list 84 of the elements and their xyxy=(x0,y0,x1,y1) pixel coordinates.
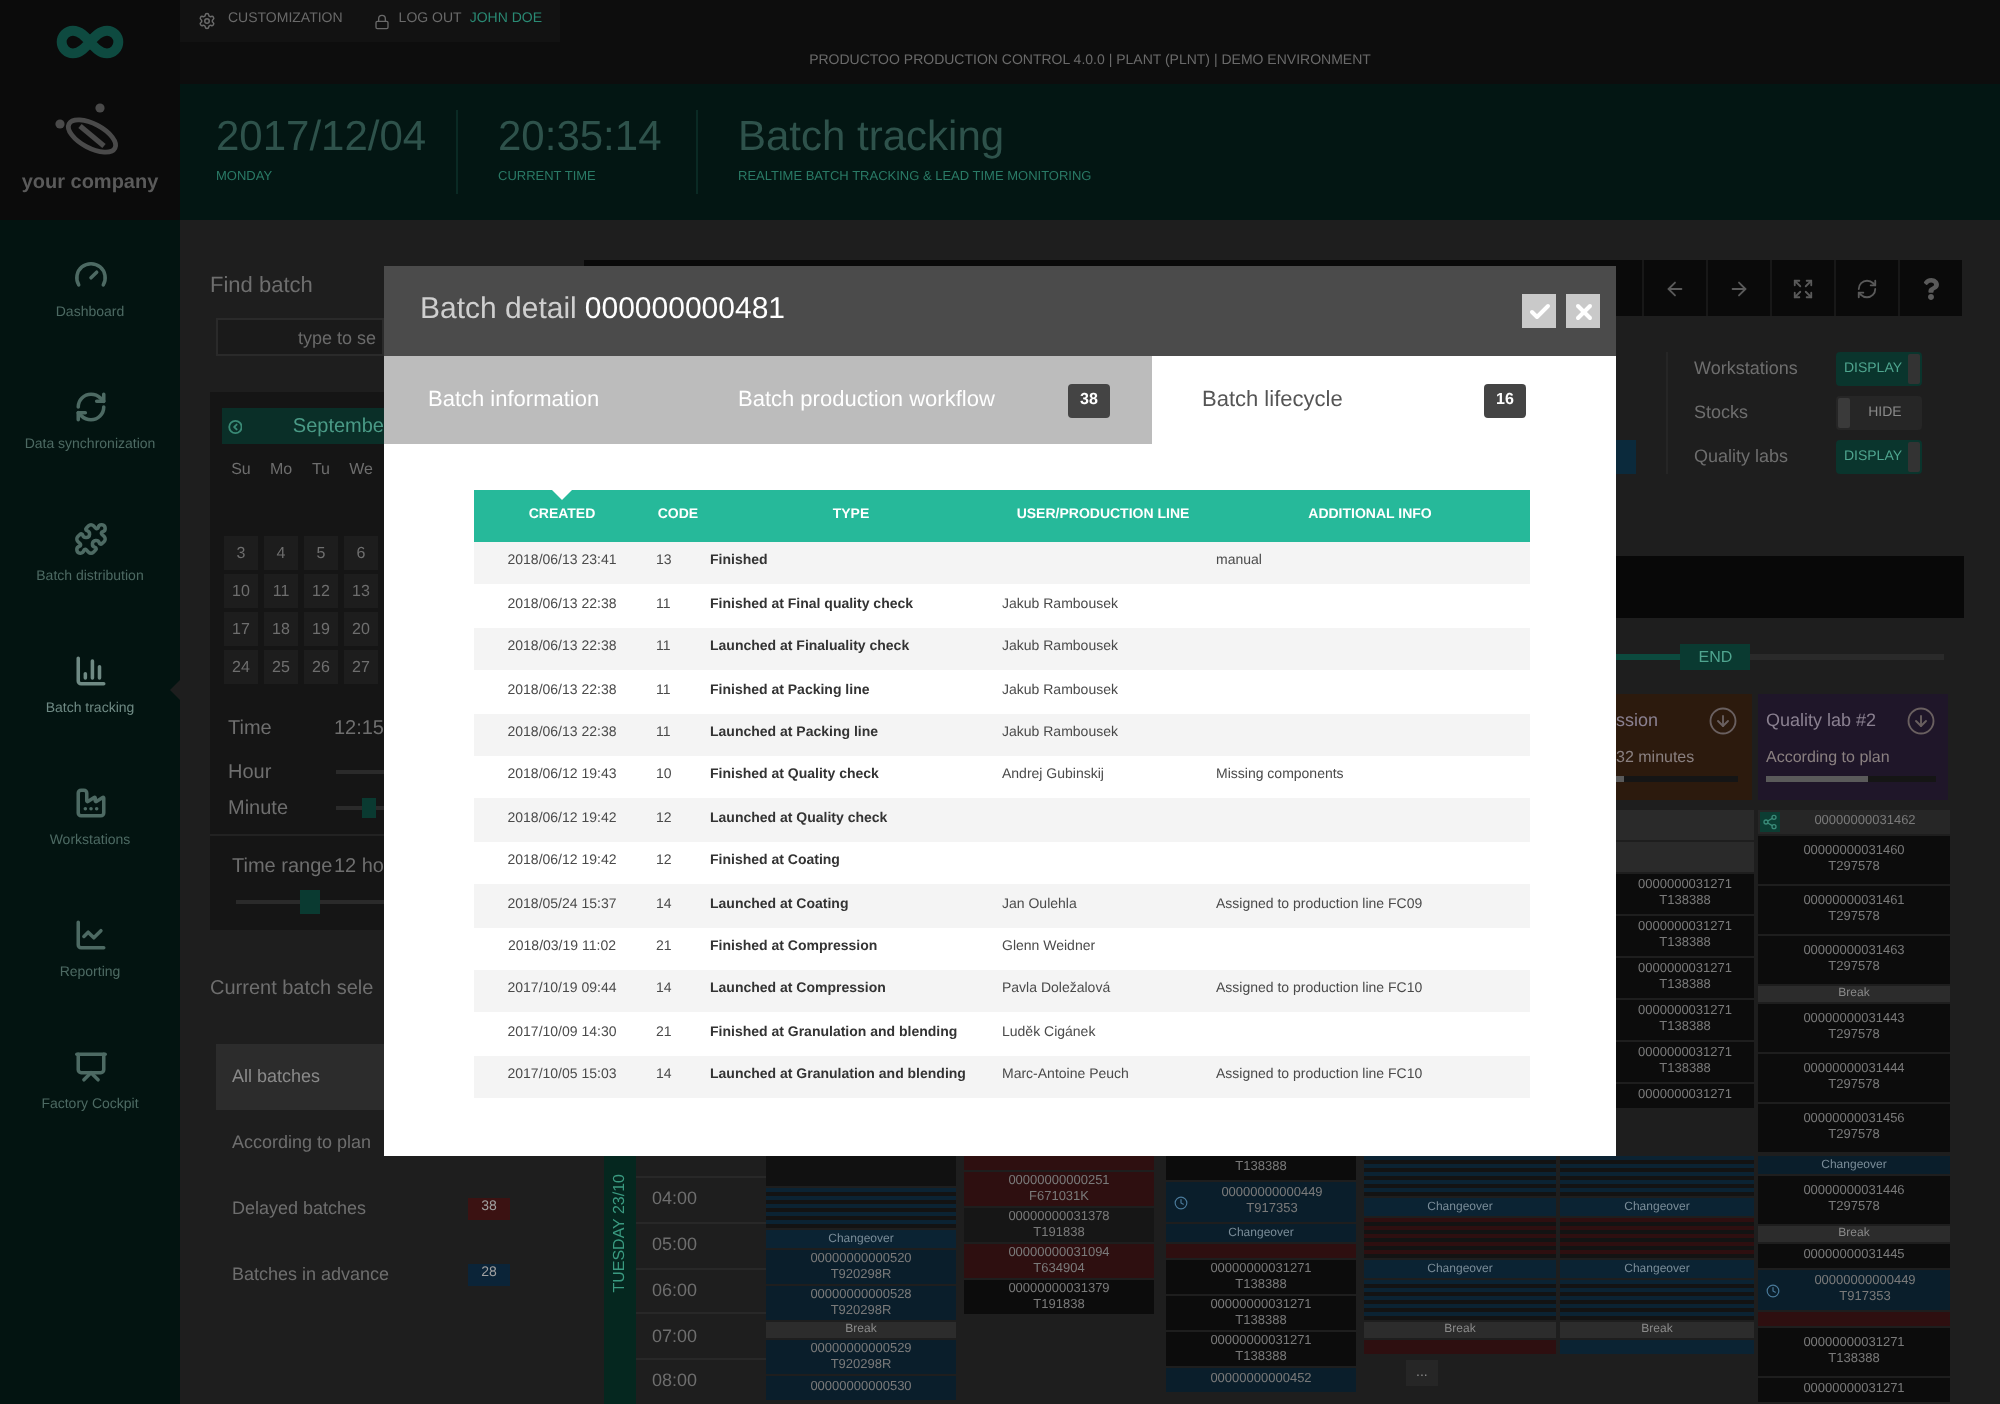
gear-icon xyxy=(198,12,216,30)
download-icon[interactable] xyxy=(1708,706,1738,736)
weekday-label: Su xyxy=(229,460,253,480)
day-cell[interactable]: 26 xyxy=(304,650,338,684)
time-range-value: 12 ho xyxy=(333,853,384,881)
hour-label: 06:00 xyxy=(652,1277,698,1304)
clock-icon xyxy=(1766,1283,1780,1297)
timeline-slider[interactable]: END xyxy=(1616,644,1944,670)
slider-handle[interactable]: END xyxy=(1680,644,1751,670)
previous-month-icon[interactable] xyxy=(228,417,243,435)
layer-label: Quality labs xyxy=(1694,443,1789,470)
slider-handle[interactable] xyxy=(300,890,320,914)
puzzle-icon xyxy=(73,522,107,556)
search-field[interactable]: type to se xyxy=(216,318,384,356)
slider-label: Minute xyxy=(228,795,291,823)
time-slider[interactable] xyxy=(336,798,384,818)
time-value: 12:15 xyxy=(333,715,384,743)
day-cell[interactable]: 6 xyxy=(344,536,378,570)
dialog-title: Batch detail xyxy=(420,290,577,331)
layer-label: Stocks xyxy=(1694,399,1749,426)
hour-label: 05:00 xyxy=(652,1231,698,1258)
workstation-name: ssion xyxy=(1616,707,1659,734)
batch-selection-title: Current batch sele xyxy=(210,976,374,1002)
day-cell[interactable]: 20 xyxy=(344,612,378,646)
workstation-name: Quality lab #2 xyxy=(1766,707,1877,734)
time-label: Time xyxy=(228,715,274,743)
day-cell[interactable]: 10 xyxy=(224,574,258,608)
workstation-status: According to plan xyxy=(1766,746,1892,770)
expand-icon[interactable] xyxy=(1792,277,1814,299)
hour-label: 04:00 xyxy=(652,1186,698,1213)
workstation-status: 32 minutes xyxy=(1616,746,1697,770)
back-arrow-icon[interactable] xyxy=(1664,277,1686,299)
forward-arrow-icon[interactable] xyxy=(1728,277,1750,299)
help-icon[interactable] xyxy=(1920,277,1942,299)
close-button[interactable] xyxy=(1566,294,1600,328)
find-batch-title: Find batch xyxy=(210,274,313,300)
current-date: 2017/12/04 xyxy=(216,116,429,161)
clock-icon xyxy=(1174,1195,1188,1209)
gauge-icon xyxy=(73,258,107,292)
day-cell[interactable]: 4 xyxy=(264,536,298,570)
day-cell[interactable]: 12 xyxy=(304,574,338,608)
workstation-card[interactable]: Quality lab #2 According to plan xyxy=(1758,694,1948,800)
slider-handle[interactable] xyxy=(361,798,376,818)
sync-icon xyxy=(73,390,107,424)
check-icon xyxy=(1527,299,1551,323)
company-name: your company xyxy=(21,170,159,198)
page-title: Batch tracking xyxy=(738,116,1007,161)
hour-label: 08:00 xyxy=(652,1368,698,1395)
lock-icon xyxy=(374,13,391,29)
day-cell[interactable]: 24 xyxy=(224,650,258,684)
day-cell[interactable]: 18 xyxy=(264,612,298,646)
day-cell[interactable]: 3 xyxy=(224,536,258,570)
month-label: Septembe xyxy=(292,413,384,441)
day-cell[interactable]: 5 xyxy=(304,536,338,570)
count-badge: 38 xyxy=(1068,383,1110,417)
day-cell[interactable]: 13 xyxy=(344,574,378,608)
share-icon xyxy=(1760,812,1780,832)
workstation-card[interactable]: ssion 32 minutes xyxy=(1616,694,1752,800)
layer-label: Workstations xyxy=(1694,355,1798,382)
close-icon xyxy=(1571,299,1595,323)
confirm-button[interactable] xyxy=(1522,294,1556,328)
weekday-label: We xyxy=(347,460,375,480)
weekday-label: Tu xyxy=(309,460,333,480)
download-icon[interactable] xyxy=(1906,706,1936,736)
day-cell[interactable]: 27 xyxy=(344,650,378,684)
line-chart-icon xyxy=(73,918,107,952)
slider-label: Hour xyxy=(228,759,274,787)
day-cell[interactable]: 25 xyxy=(264,650,298,684)
factory-icon xyxy=(73,786,107,820)
dialog-tab[interactable]: Batch production workflow 38 xyxy=(690,356,1152,444)
refresh-icon[interactable] xyxy=(1856,277,1878,299)
day-cell[interactable]: 19 xyxy=(304,612,338,646)
presentation-board-icon xyxy=(73,1050,107,1084)
day-cell[interactable]: 17 xyxy=(224,612,258,646)
bar-chart-icon xyxy=(73,654,107,688)
hour-label: 07:00 xyxy=(652,1323,698,1350)
time-range-slider[interactable] xyxy=(236,890,384,914)
day-label: TUESDAY 23/10 xyxy=(612,1174,628,1293)
count-badge: 16 xyxy=(1484,383,1526,417)
weekday-label: Mo xyxy=(267,460,295,480)
time-range-label: Time range xyxy=(232,853,334,881)
current-time: 20:35:14 xyxy=(498,116,664,161)
day-cell[interactable]: 11 xyxy=(264,574,298,608)
batch-number: 000000000481 xyxy=(584,290,785,331)
